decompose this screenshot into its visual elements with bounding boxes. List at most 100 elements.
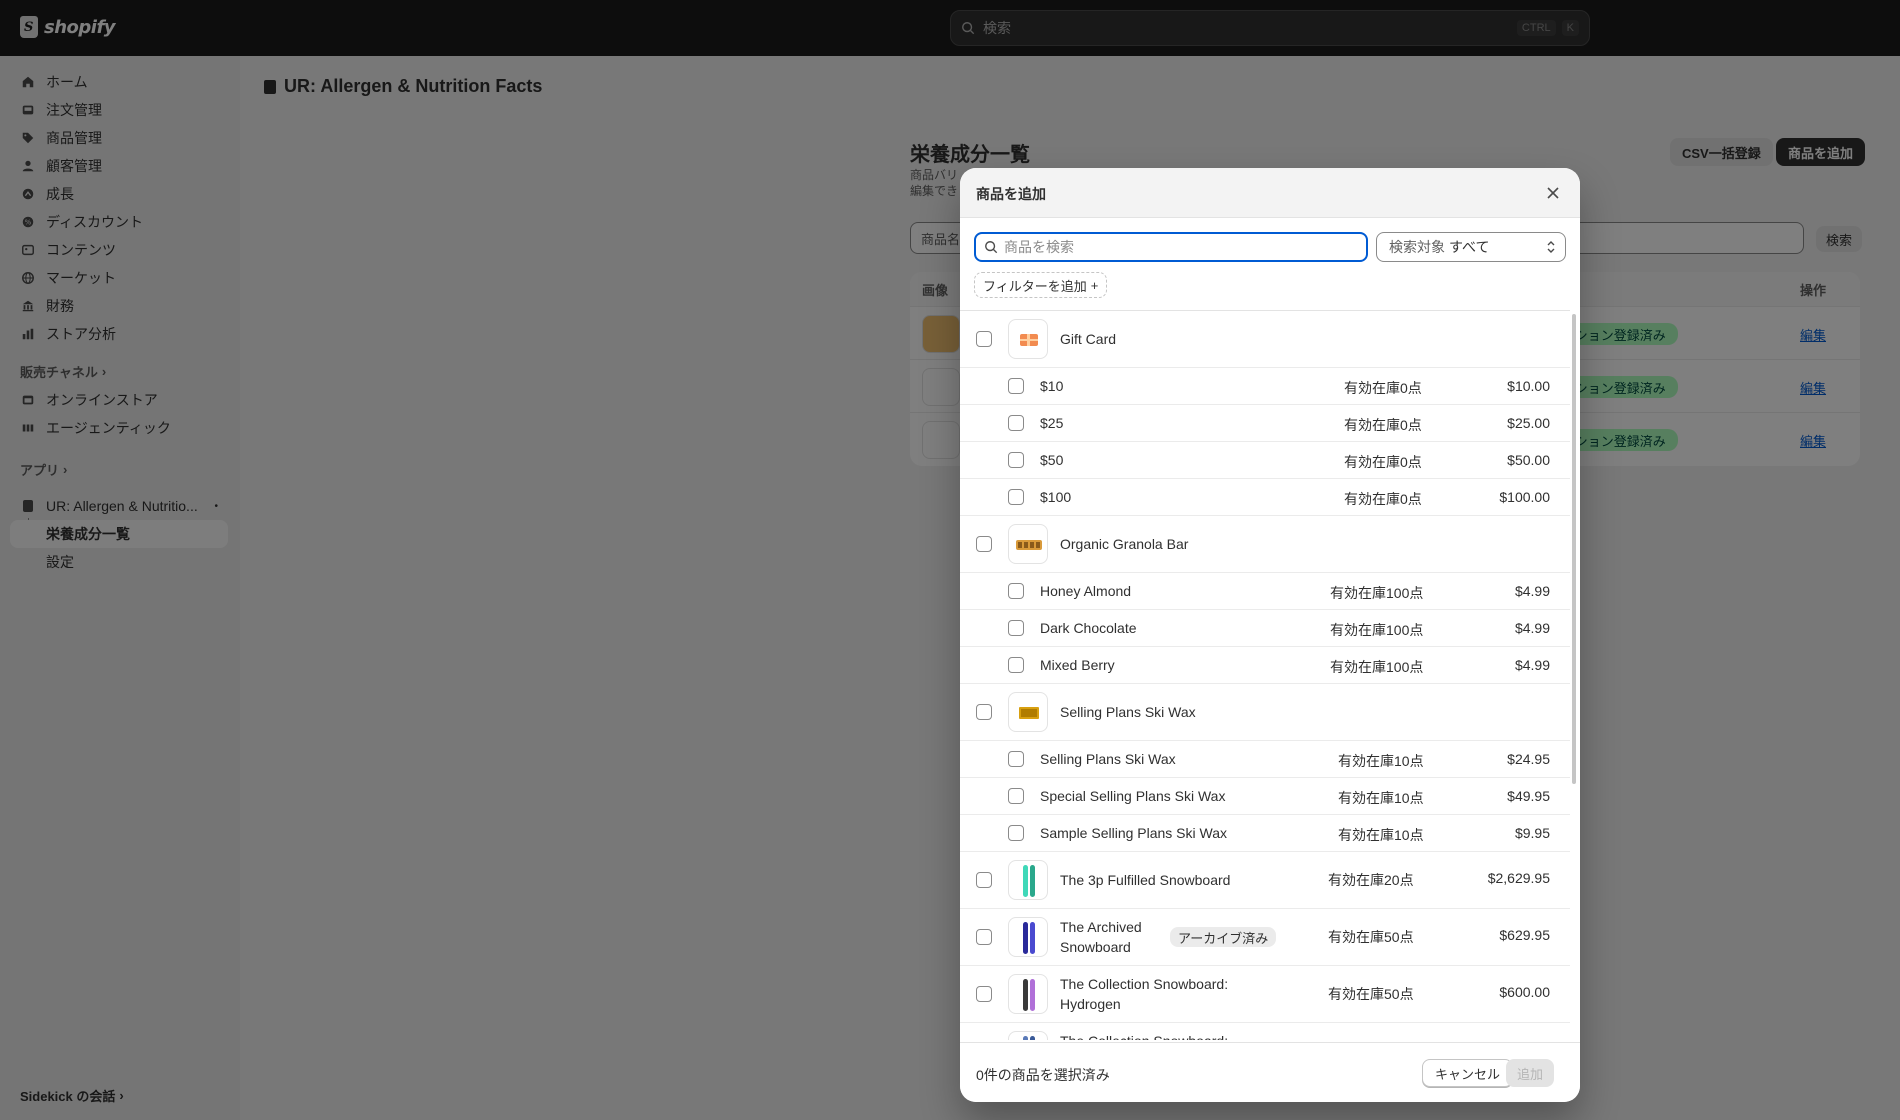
product-list: Gift Card $10 有効在庫0点 $10.00 $25 有効在庫0点 $… [960,310,1570,1040]
list-scrollbar[interactable] [1572,314,1576,784]
modal-backdrop[interactable] [0,0,1900,1120]
search-scope-value: すべて [1449,239,1490,255]
variant-row[interactable]: Special Selling Plans Ski Wax 有効在庫10点 $4… [960,778,1570,815]
product-price: $600.00 [1499,984,1550,1000]
variant-price: $4.99 [1514,583,1550,599]
variant-row[interactable]: $25 有効在庫0点 $25.00 [960,405,1570,442]
close-icon [1547,187,1559,199]
variant-row[interactable]: $100 有効在庫0点 $100.00 [960,479,1570,516]
cancel-button[interactable]: キャンセル [1422,1059,1514,1087]
product-name: Organic Granola Bar [1060,536,1189,552]
product-row-gift-card[interactable]: Gift Card [960,311,1570,368]
variant-price: $4.99 [1514,620,1550,636]
add-button[interactable]: 追加 [1506,1059,1554,1087]
gift-card-thumb [1008,319,1048,359]
variant-row[interactable]: Honey Almond 有効在庫100点 $4.99 [960,573,1570,610]
variant-price: $50.00 [1507,452,1550,468]
variant-checkbox[interactable] [1008,620,1024,636]
variant-checkbox[interactable] [1008,583,1024,599]
product-row-granola[interactable]: Organic Granola Bar [960,516,1570,573]
search-scope-label: 検索対象 [1389,239,1445,255]
product-row-archived-snowboard[interactable]: The Archived Snowboard アーカイブ済み 有効在庫50点 $… [960,909,1570,966]
close-button[interactable] [1544,184,1562,202]
variant-stock: 有効在庫0点 [1344,491,1422,507]
product-name: Selling Plans Ski Wax [1060,704,1196,720]
add-filter-button[interactable]: フィルターを追加 + [974,272,1108,298]
variant-checkbox[interactable] [1008,751,1024,767]
variant-row[interactable]: $10 有効在庫0点 $10.00 [960,368,1570,405]
variant-row[interactable]: Dark Chocolate 有効在庫100点 $4.99 [960,610,1570,647]
variant-row[interactable]: Mixed Berry 有効在庫100点 $4.99 [960,647,1570,684]
variant-checkbox[interactable] [1008,788,1024,804]
variant-name: Special Selling Plans Ski Wax [1040,788,1226,804]
variant-stock: 有効在庫0点 [1344,454,1422,470]
variant-row[interactable]: Selling Plans Ski Wax 有効在庫10点 $24.95 [960,741,1570,778]
variant-stock: 有効在庫10点 [1338,753,1424,769]
product-name: Gift Card [1060,331,1117,347]
variant-price: $25.00 [1507,415,1550,431]
product-row-3p-snowboard[interactable]: The 3p Fulfilled Snowboard 有効在庫20点 $2,62… [960,852,1570,909]
product-stock: 有効在庫50点 [1328,986,1414,1002]
snowboard-thumb [1008,1031,1048,1040]
variant-price: $10.00 [1507,378,1550,394]
variant-stock: 有効在庫100点 [1330,622,1424,638]
variant-price: $24.95 [1507,751,1550,767]
plus-icon: + [1090,277,1099,293]
product-row-hydrogen-snowboard[interactable]: The Collection Snowboard: Hydrogen 有効在庫5… [960,966,1570,1023]
variant-name: $100 [1040,489,1072,505]
search-icon [985,241,998,254]
variant-stock: 有効在庫0点 [1344,380,1422,396]
variant-price: $100.00 [1499,489,1550,505]
ski-wax-thumb [1008,692,1048,732]
granola-thumb [1008,524,1048,564]
add-product-modal: 商品を追加 検索対象 すべて フィルターを追加 + Gift Card $10 … [960,168,1580,1102]
product-name: The 3p Fulfilled Snowboard [1060,872,1231,888]
variant-name: $10 [1040,378,1064,394]
product-stock: 有効在庫20点 [1328,872,1414,888]
variant-name: Sample Selling Plans Ski Wax [1040,825,1228,841]
product-name: The Collection Snowboard: Hydrogen [1060,976,1229,1012]
product-checkbox[interactable] [976,331,992,347]
product-checkbox[interactable] [976,704,992,720]
product-search-input[interactable] [1004,239,1366,255]
product-name: The Archived Snowboard [1060,919,1142,955]
snowboard-thumb [1008,917,1048,957]
variant-checkbox[interactable] [1008,489,1024,505]
variant-checkbox[interactable] [1008,657,1024,673]
snowboard-thumb [1008,974,1048,1014]
modal-header: 商品を追加 [960,168,1580,218]
modal-footer: 0件の商品を選択済み キャンセル 追加 [960,1042,1580,1102]
product-row-collection-snowboard[interactable]: The Collection Snowboard: [960,1023,1570,1040]
variant-price: $4.99 [1514,657,1550,673]
variant-price: $9.95 [1514,825,1550,841]
variant-checkbox[interactable] [1008,378,1024,394]
modal-title: 商品を追加 [976,186,1046,202]
product-checkbox[interactable] [976,536,992,552]
variant-name: Mixed Berry [1040,657,1115,673]
variant-stock: 有効在庫10点 [1338,827,1424,843]
variant-checkbox[interactable] [1008,415,1024,431]
product-row-ski-wax[interactable]: Selling Plans Ski Wax [960,684,1570,741]
variant-name: Selling Plans Ski Wax [1040,751,1176,767]
variant-checkbox[interactable] [1008,825,1024,841]
variant-row[interactable]: Sample Selling Plans Ski Wax 有効在庫10点 $9.… [960,815,1570,852]
variant-name: Dark Chocolate [1040,620,1137,636]
variant-row[interactable]: $50 有効在庫0点 $50.00 [960,442,1570,479]
product-price: $629.95 [1499,927,1550,943]
product-search-field[interactable] [974,232,1368,262]
variant-name: $25 [1040,415,1064,431]
variant-stock: 有効在庫100点 [1330,585,1424,601]
variant-checkbox[interactable] [1008,452,1024,468]
variant-name: Honey Almond [1040,583,1132,599]
product-stock: 有効在庫50点 [1328,929,1414,945]
archived-badge: アーカイブ済み [1170,927,1277,947]
product-checkbox[interactable] [976,986,992,1002]
variant-stock: 有効在庫10点 [1338,790,1424,806]
product-checkbox[interactable] [976,872,992,888]
snowboard-thumb [1008,860,1048,900]
selected-count: 0件の商品を選択済み [976,1067,1110,1083]
product-checkbox[interactable] [976,929,992,945]
select-chevron-icon [1547,241,1555,253]
search-scope-select[interactable]: 検索対象 すべて [1376,232,1566,262]
variant-stock: 有効在庫100点 [1330,659,1424,675]
